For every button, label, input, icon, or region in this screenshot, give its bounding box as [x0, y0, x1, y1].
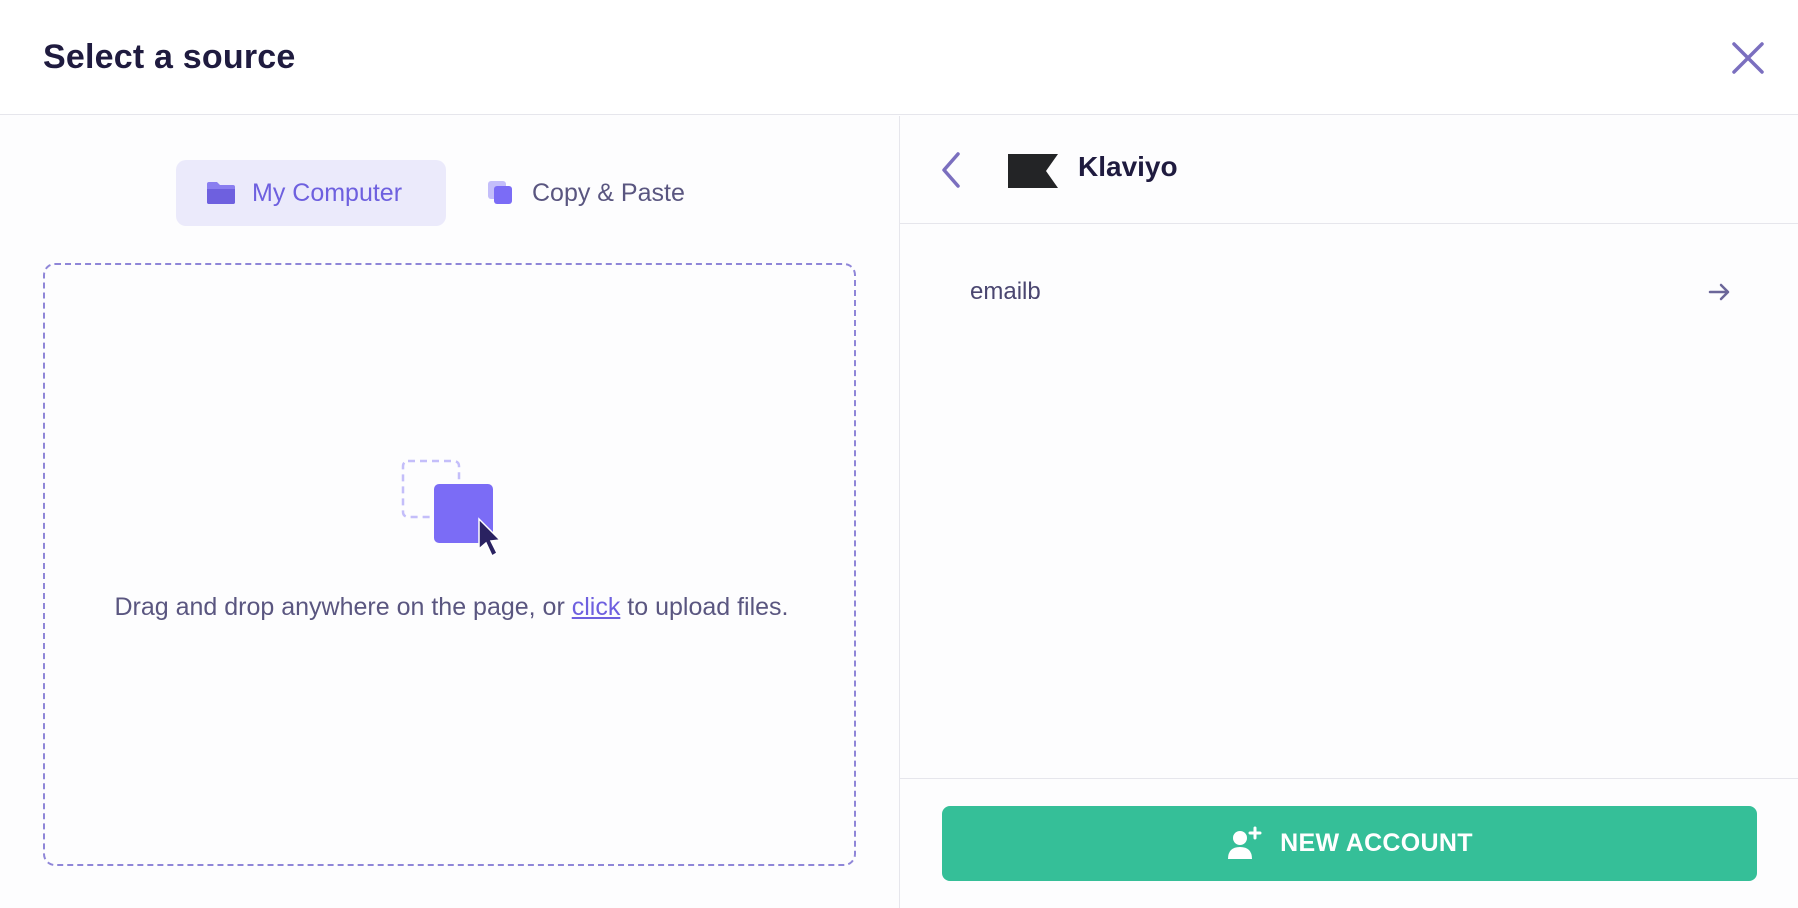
tab-my-computer-label: My Computer	[252, 178, 403, 207]
tab-copy-paste-label: Copy & Paste	[532, 178, 685, 207]
copy-icon	[488, 181, 512, 204]
source-panel: Klaviyo emailb NEW ACCOUNT	[900, 116, 1798, 908]
select-source-modal: Select a source My Computer Copy & Paste	[0, 0, 1798, 908]
klaviyo-logo-icon	[1008, 154, 1058, 188]
close-button[interactable]	[1730, 40, 1766, 76]
arrow-right-icon	[1708, 283, 1730, 301]
modal-title: Select a source	[43, 38, 296, 76]
upload-panel: My Computer Copy & Paste Drag and drop a…	[0, 116, 899, 908]
folder-icon	[207, 182, 235, 204]
modal-header: Select a source	[0, 0, 1798, 115]
footer-divider	[900, 778, 1798, 779]
chevron-left-icon	[942, 152, 960, 188]
dropzone-text-after: to upload files.	[620, 593, 789, 621]
dropzone-instructions: Drag and drop anywhere on the page, or c…	[105, 587, 798, 627]
dropzone-text-before: Drag and drop anywhere on the page, or	[114, 593, 572, 621]
source-name: Klaviyo	[1078, 151, 1178, 182]
account-item[interactable]: emailb	[950, 266, 1750, 318]
new-account-label: NEW ACCOUNT	[1280, 829, 1473, 857]
drag-drop-icon	[401, 459, 502, 558]
new-account-button[interactable]: NEW ACCOUNT	[942, 806, 1757, 881]
click-to-upload-link[interactable]: click	[572, 593, 621, 621]
close-icon	[1732, 42, 1764, 74]
add-user-icon	[1228, 826, 1262, 859]
tab-my-computer[interactable]: My Computer	[176, 160, 446, 226]
file-dropzone[interactable]: Drag and drop anywhere on the page, or c…	[43, 263, 856, 866]
source-header: Klaviyo	[900, 116, 1798, 224]
back-button[interactable]	[936, 150, 966, 190]
tab-copy-paste[interactable]: Copy & Paste	[476, 160, 726, 226]
account-name: emailb	[970, 278, 1041, 305]
